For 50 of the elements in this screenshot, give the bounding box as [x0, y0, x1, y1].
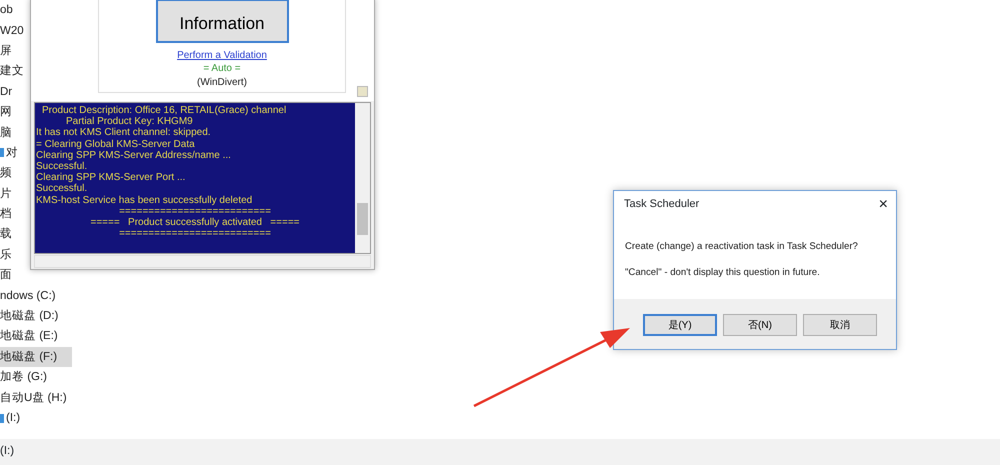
sidebar-item[interactable]: 频 [0, 163, 12, 184]
console-line: Product Description: Office 16, RETAIL(Grace) channel [41, 105, 288, 116]
console-line: Clearing SPP KMS-Server Port ... [36, 172, 186, 184]
drive-icon [0, 148, 4, 158]
console-line: Clearing SPP KMS-Server Address/name ... [36, 150, 232, 162]
sidebar-item[interactable]: 地磁盘 (E:) [0, 326, 58, 347]
sidebar-item[interactable]: 地磁盘 (D:) [0, 306, 58, 326]
dialog-button[interactable]: 否(N) [723, 314, 797, 336]
sidebar-item[interactable]: 对 [0, 142, 18, 164]
console-line: ===== Product successfully activated ===== [89, 217, 301, 228]
console-line: ========================== [118, 206, 272, 218]
sidebar-item[interactable]: 面 [0, 265, 12, 286]
drive-icon [0, 414, 4, 422]
sidebar-item[interactable]: 脑 [0, 122, 12, 143]
sidebar-item[interactable]: 建文 [0, 61, 24, 82]
sidebar-item[interactable]: (I:) [0, 408, 20, 428]
console-line: KMS-host Service has been successfully deleted [36, 194, 254, 206]
close-button[interactable]: × [878, 196, 888, 212]
vertical-scrollbar[interactable] [355, 103, 370, 253]
console-line: Partial Product Key: KHGM9 [65, 116, 194, 128]
console-line: ========================== [118, 228, 272, 240]
console-line: Successful. [36, 161, 88, 172]
sidebar-item[interactable]: 载 [0, 224, 12, 245]
sidebar-item[interactable]: W20 [0, 20, 24, 41]
sidebar-item[interactable]: 档 [0, 204, 12, 224]
console-line: Successful. [36, 183, 88, 195]
sidebar-item[interactable]: Dr [0, 82, 12, 102]
sidebar-item[interactable]: 加卷 (G:) [0, 367, 47, 388]
pin-icon[interactable] [357, 86, 368, 97]
mode-label: = Auto = [203, 62, 241, 76]
console-line: = Clearing Global KMS-Server Data [36, 138, 196, 150]
sidebar-item[interactable]: 自动U盘 (H:) [0, 387, 67, 408]
sidebar-item[interactable]: ndows (C:) [0, 285, 56, 306]
dialog-button[interactable]: 取消 [803, 314, 877, 336]
information-button[interactable]: Information [156, 0, 288, 43]
console-line: It has not KMS Client channel: skipped. [36, 127, 212, 139]
dialog-message: Create (change) a reactivation task in Task Scheduler? [625, 240, 859, 254]
sidebar-item[interactable]: ob [0, 0, 13, 20]
sidebar-item[interactable]: 片 [0, 184, 12, 204]
validation-link[interactable]: Perform a Validation [177, 50, 267, 62]
dialog-message: "Cancel" - don't display this question in future. [625, 266, 821, 280]
sidebar-item[interactable]: 屏 [0, 40, 12, 62]
dialog-button[interactable]: 是(Y) [643, 314, 717, 336]
status-text: (I:) [0, 444, 14, 460]
method-label: (WinDivert) [197, 76, 247, 90]
dialog-title: Task Scheduler [624, 197, 700, 212]
sidebar-item[interactable]: 网 [0, 102, 12, 122]
sidebar-item[interactable]: 乐 [0, 244, 12, 266]
sidebar-item[interactable]: 地磁盘 (F:) [0, 346, 72, 368]
horizontal-scrollbar[interactable] [34, 255, 371, 268]
